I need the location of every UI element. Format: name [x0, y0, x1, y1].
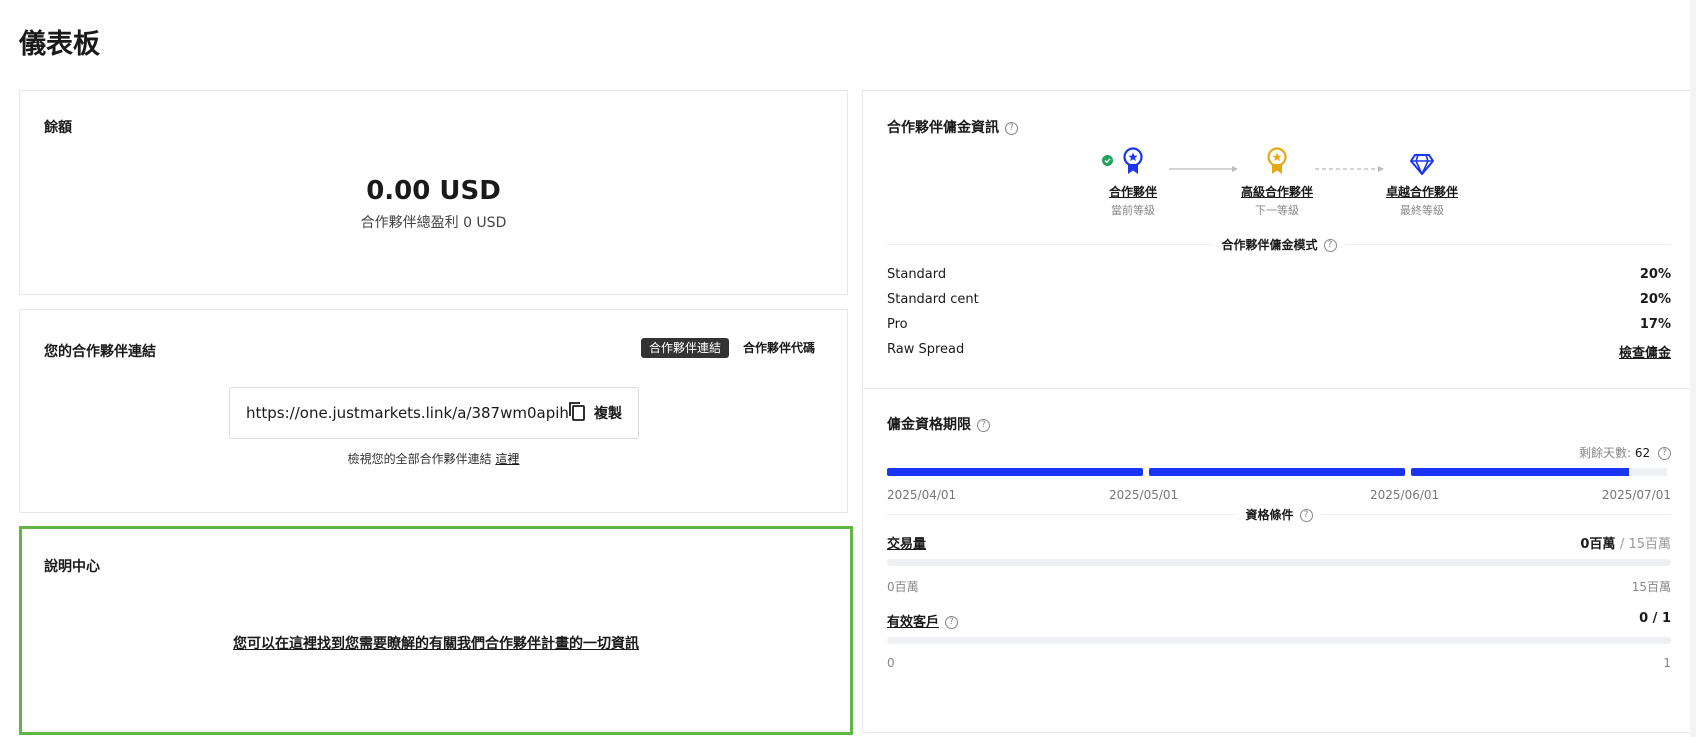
clients-value: 0 / 1 — [1639, 611, 1671, 626]
diamond-icon — [1409, 153, 1435, 179]
date-label: 2025/06/01 — [1370, 488, 1440, 502]
eligibility-card: 傭金資格期限? 剩餘天數: 62 ? 2025/04/01 2025/05/01… — [862, 388, 1696, 733]
partner-link-title: 您的合作夥伴連結 — [44, 344, 156, 360]
help-icon[interactable]: ? — [1323, 239, 1337, 252]
partner-url-box: https://one.justmarkets.link/a/387wm0api… — [229, 387, 639, 439]
level-elite: 卓越合作夥伴 最終等級 — [1362, 151, 1482, 218]
volume-label[interactable]: 交易量 — [887, 533, 926, 552]
copy-button[interactable]: 複製 — [568, 401, 622, 425]
partner-link-card: 您的合作夥伴連結 合作夥伴連結 合作夥伴代碼 https://one.justm… — [19, 309, 848, 513]
period-progress-bar — [887, 468, 1667, 476]
level-partner-name[interactable]: 合作夥伴 — [1073, 183, 1193, 200]
page-title: 儀表板 — [19, 29, 100, 60]
rate-row: Standard cent 20% — [887, 292, 1671, 307]
volume-total: 15百萬 — [1628, 537, 1671, 552]
mode-title: 合作夥伴傭金模式 — [1221, 238, 1318, 252]
help-icon[interactable]: ? — [1299, 509, 1313, 522]
copy-icon — [568, 401, 586, 425]
balance-card: 餘額 0.00 USD 合作夥伴總盈利 0 USD — [19, 90, 848, 295]
balance-subtitle: 合作夥伴總盈利 0 USD — [360, 215, 507, 231]
rate-value: 20% — [1639, 267, 1671, 282]
level-partner: 合作夥伴 當前等級 — [1073, 147, 1193, 218]
period-segment — [1149, 468, 1405, 476]
rate-label: Standard — [887, 267, 947, 282]
rate-row: Pro 17% — [887, 317, 1671, 332]
date-label: 2025/05/01 — [1109, 488, 1179, 502]
partner-levels: 合作夥伴 當前等級 高級合作夥伴 下一等級 卓越合作夥伴 最終等級 — [863, 147, 1695, 221]
level-premium-name[interactable]: 高級合作夥伴 — [1217, 183, 1337, 200]
help-icon[interactable]: ? — [977, 418, 990, 432]
commission-title-text: 合作夥伴傭金資訊 — [887, 120, 999, 136]
view-all-links: 檢視您的全部合作夥伴連結 這裡 — [20, 450, 847, 467]
help-center-title: 說明中心 — [44, 559, 100, 575]
link-type-toggle: 合作夥伴連結 合作夥伴代碼 — [640, 338, 823, 358]
tab-partner-link[interactable]: 合作夥伴連結 — [640, 338, 729, 358]
days-left: 剩餘天數: 62 ? — [1579, 444, 1671, 461]
blue-medal-icon — [1122, 147, 1144, 179]
period-fill — [1411, 468, 1629, 476]
volume-max: 15百萬 — [1631, 580, 1671, 594]
level-premium-sub: 下一等級 — [1255, 204, 1299, 217]
date-label: 2025/07/01 — [1601, 488, 1671, 502]
help-center-card: 說明中心 您可以在這裡找到您需要瞭解的有關我們合作夥伴計畫的一切資訊 — [19, 526, 853, 735]
rate-label: Standard cent — [887, 292, 979, 307]
rate-value: 20% — [1639, 292, 1671, 307]
help-icon[interactable]: ? — [945, 616, 959, 629]
volume-current: 0百萬 — [1580, 537, 1616, 552]
level-partner-sub: 當前等級 — [1111, 204, 1155, 217]
level-elite-sub: 最終等級 — [1400, 204, 1444, 217]
conditions-title: 資格條件 — [1245, 508, 1294, 522]
rate-row: Standard 20% — [887, 267, 1671, 282]
commission-title: 合作夥伴傭金資訊? — [887, 117, 1018, 137]
period-fill — [1149, 468, 1405, 476]
clients-label-text: 有效客戶 — [887, 615, 940, 630]
eligibility-title: 傭金資格期限? — [887, 414, 990, 434]
level-elite-name[interactable]: 卓越合作夥伴 — [1362, 183, 1482, 200]
clients-min: 0 — [887, 656, 895, 670]
period-segment — [1411, 468, 1667, 476]
volume-value: 0百萬 / 15百萬 — [1580, 537, 1671, 552]
mode-label: 合作夥伴傭金模式? — [863, 236, 1695, 253]
check-commission-link[interactable]: 檢查傭金 — [1619, 342, 1671, 361]
commission-card: 合作夥伴傭金資訊? 合作夥伴 當前等級 高級合作夥伴 下一等級 卓越合作夥伴 最… — [862, 90, 1696, 388]
volume-progress-bar — [887, 559, 1671, 566]
period-segment — [887, 468, 1143, 476]
clients-label[interactable]: 有效客戶? — [887, 611, 959, 630]
help-icon[interactable]: ? — [1658, 447, 1671, 460]
period-fill — [887, 468, 1143, 476]
level-premium: 高級合作夥伴 下一等級 — [1217, 147, 1337, 218]
balance-title: 餘額 — [44, 120, 72, 136]
copy-label: 複製 — [594, 406, 622, 422]
conditions-label: 資格條件? — [863, 506, 1695, 523]
partner-url[interactable]: https://one.justmarkets.link/a/387wm0api… — [246, 404, 568, 422]
check-circle-icon — [1102, 151, 1113, 170]
eligibility-title-text: 傭金資格期限 — [887, 417, 971, 433]
clients-max: 1 — [1663, 656, 1671, 670]
view-all-text: 檢視您的全部合作夥伴連結 — [347, 452, 492, 466]
rate-label: Pro — [887, 317, 908, 332]
balance-amount: 0.00 USD — [366, 176, 501, 206]
volume-min: 0百萬 — [887, 580, 919, 594]
date-label: 2025/04/01 — [887, 488, 957, 502]
rate-value: 17% — [1639, 317, 1671, 332]
page-scrollbar[interactable] — [1690, 0, 1696, 737]
view-all-link[interactable]: 這裡 — [495, 452, 519, 466]
help-icon[interactable]: ? — [1005, 121, 1018, 135]
days-left-value: 62 — [1634, 446, 1651, 460]
rate-label: Raw Spread — [887, 342, 965, 357]
rate-row: Raw Spread 檢查傭金 — [887, 342, 1671, 361]
days-left-label: 剩餘天數: — [1579, 446, 1632, 460]
tab-partner-code[interactable]: 合作夥伴代碼 — [735, 338, 823, 358]
clients-progress-bar — [887, 637, 1671, 644]
gold-medal-icon — [1266, 147, 1288, 179]
help-center-link[interactable]: 您可以在這裡找到您需要瞭解的有關我們合作夥伴計畫的一切資訊 — [22, 633, 850, 653]
